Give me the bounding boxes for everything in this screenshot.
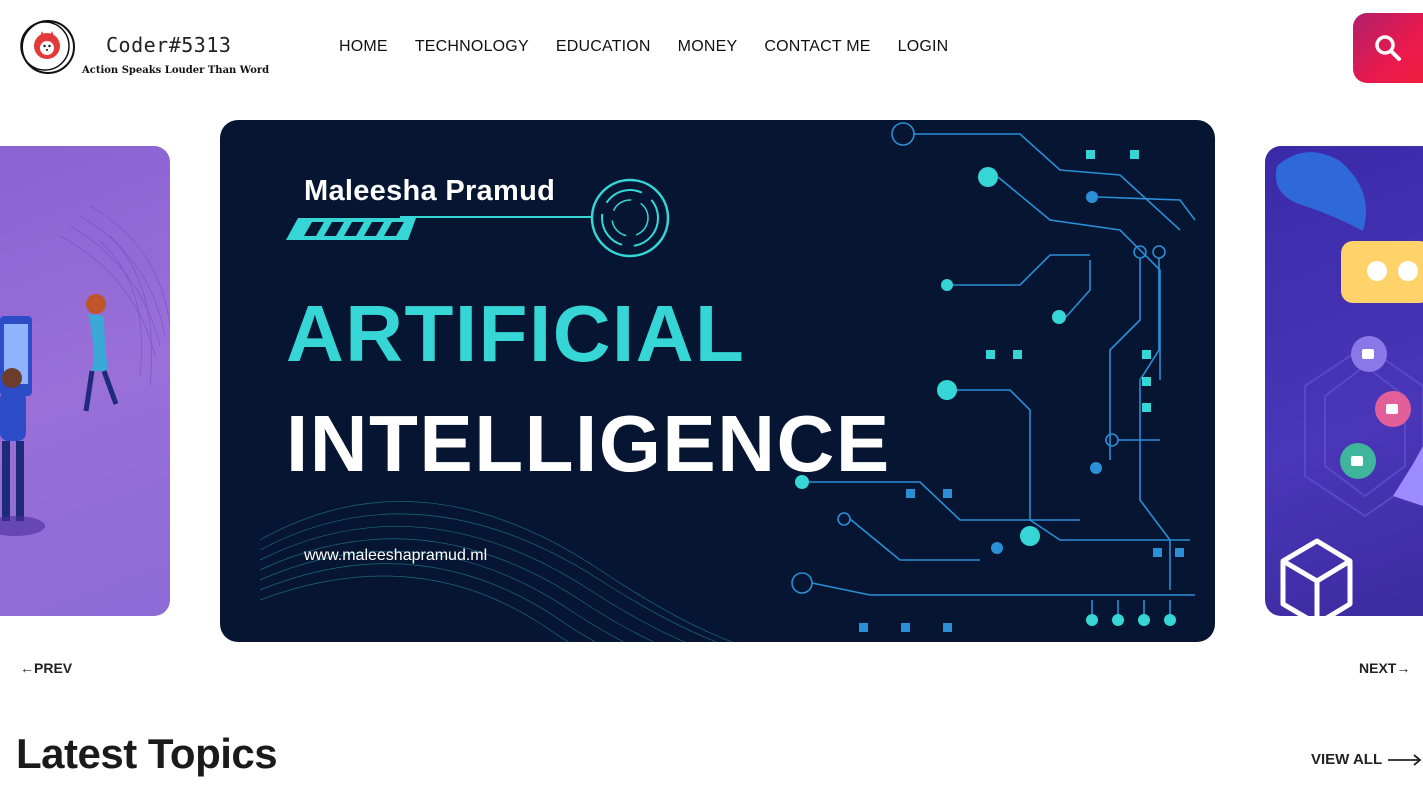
people-working-illustration xyxy=(0,205,170,536)
search-icon xyxy=(1375,35,1401,61)
nav-item-education[interactable]: EDUCATION xyxy=(556,38,651,56)
carousel-next-button[interactable]: NEXT→ xyxy=(1359,660,1410,676)
arrow-right-icon: → xyxy=(1396,660,1411,676)
slide-title-line2: INTELLIGENCE xyxy=(286,399,891,488)
next-label: NEXT xyxy=(1359,660,1397,676)
nav-item-login[interactable]: LOGIN xyxy=(898,38,949,56)
latest-topics-heading: Latest Topics xyxy=(16,730,278,777)
view-all-link[interactable]: VIEW ALL xyxy=(1311,751,1422,768)
nav-item-home[interactable]: HOME xyxy=(339,38,388,56)
arrow-left-icon: ← xyxy=(20,660,34,676)
search-button[interactable] xyxy=(1353,13,1423,83)
nav-item-technology[interactable]: TECHNOLOGY xyxy=(415,38,529,56)
fox-face-icon[interactable] xyxy=(20,19,76,75)
slide-url: www.maleeshapramud.ml xyxy=(304,547,488,564)
carousel-slide-next[interactable] xyxy=(1265,146,1423,616)
slide-author: Maleesha Pramud xyxy=(304,175,556,207)
nav-item-money[interactable]: MONEY xyxy=(678,38,738,56)
nav-item-contact[interactable]: CONTACT ME xyxy=(764,38,870,56)
carousel-slide-active[interactable]: Maleesha Pramud ARTIFICIAL INTELLIGENCE … xyxy=(220,120,1215,642)
long-arrow-right-icon xyxy=(1388,753,1422,766)
main-nav: HOME TECHNOLOGY EDUCATION MONEY CONTACT … xyxy=(339,38,975,56)
view-all-label: VIEW ALL xyxy=(1311,751,1383,768)
slide-title-line1: ARTIFICIAL xyxy=(286,289,746,378)
brand-name[interactable]: Coder#5313 xyxy=(106,33,231,57)
brand-tagline: Action Speaks Louder Than Word xyxy=(82,65,270,76)
carousel-slide-prev[interactable] xyxy=(0,146,170,616)
social-media-illustration xyxy=(1275,152,1423,616)
site-header: Coder#5313 Action Speaks Louder Than Wor… xyxy=(0,0,1423,96)
prev-label: PREV xyxy=(34,660,73,676)
carousel-prev-button[interactable]: ←PREV xyxy=(20,660,72,676)
